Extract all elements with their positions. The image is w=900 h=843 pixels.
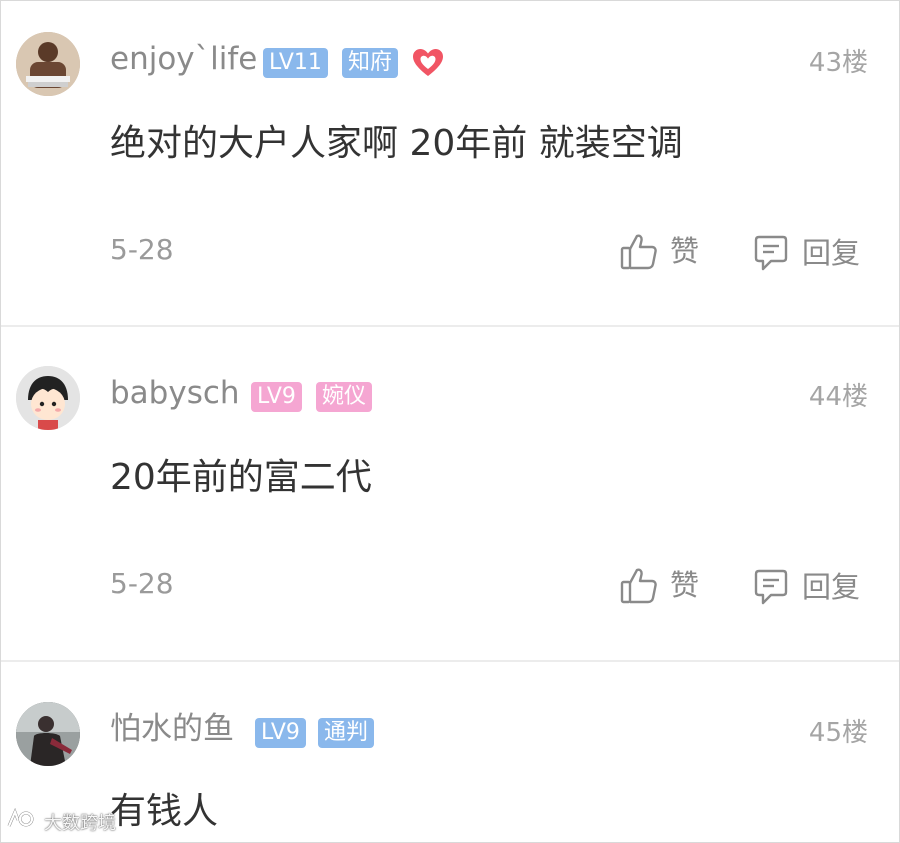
reply-label: 回复 [802,235,861,270]
divider [0,325,900,327]
level-badge: LV11 [263,48,328,78]
floor-number: 44楼 [808,382,868,412]
thumbs-up-icon [620,232,658,270]
like-button[interactable]: 赞 [620,566,699,604]
floor-number: 45楼 [808,718,868,748]
avatar[interactable] [16,32,80,96]
reply-bubble-icon [752,234,790,272]
like-label: 赞 [670,567,700,602]
level-badge: LV9 [255,718,306,748]
reply-bubble-icon [752,568,790,606]
watermark-logo-icon [6,807,40,835]
heart-icon [412,48,444,82]
level-badge: LV9 [251,382,302,412]
comment-date: 5-28 [110,233,174,266]
avatar[interactable] [16,702,80,766]
floor-number: 43楼 [808,48,868,78]
avatar[interactable] [16,366,80,430]
comment-text: 有钱人 [110,791,219,832]
username[interactable]: babysch [110,378,240,409]
username[interactable]: enjoy`life [110,44,257,75]
reply-button[interactable]: 回复 [752,568,860,606]
reply-label: 回复 [802,569,861,604]
comment-date: 5-28 [110,567,174,600]
watermark: 大数跨境 [6,807,116,835]
like-button[interactable]: 赞 [620,232,699,270]
title-badge: 婉仪 [316,382,373,412]
username[interactable]: 怕水的鱼 [110,714,234,745]
comment-text: 绝对的大户人家啊 20年前 就装空调 [110,123,683,164]
watermark-text: 大数跨境 [44,812,116,834]
reply-button[interactable]: 回复 [752,234,860,272]
comment-text: 20年前的富二代 [110,457,372,498]
like-label: 赞 [670,233,700,268]
title-badge: 通判 [318,718,375,748]
thumbs-up-icon [620,566,658,604]
title-badge: 知府 [342,48,399,78]
divider [0,660,900,662]
